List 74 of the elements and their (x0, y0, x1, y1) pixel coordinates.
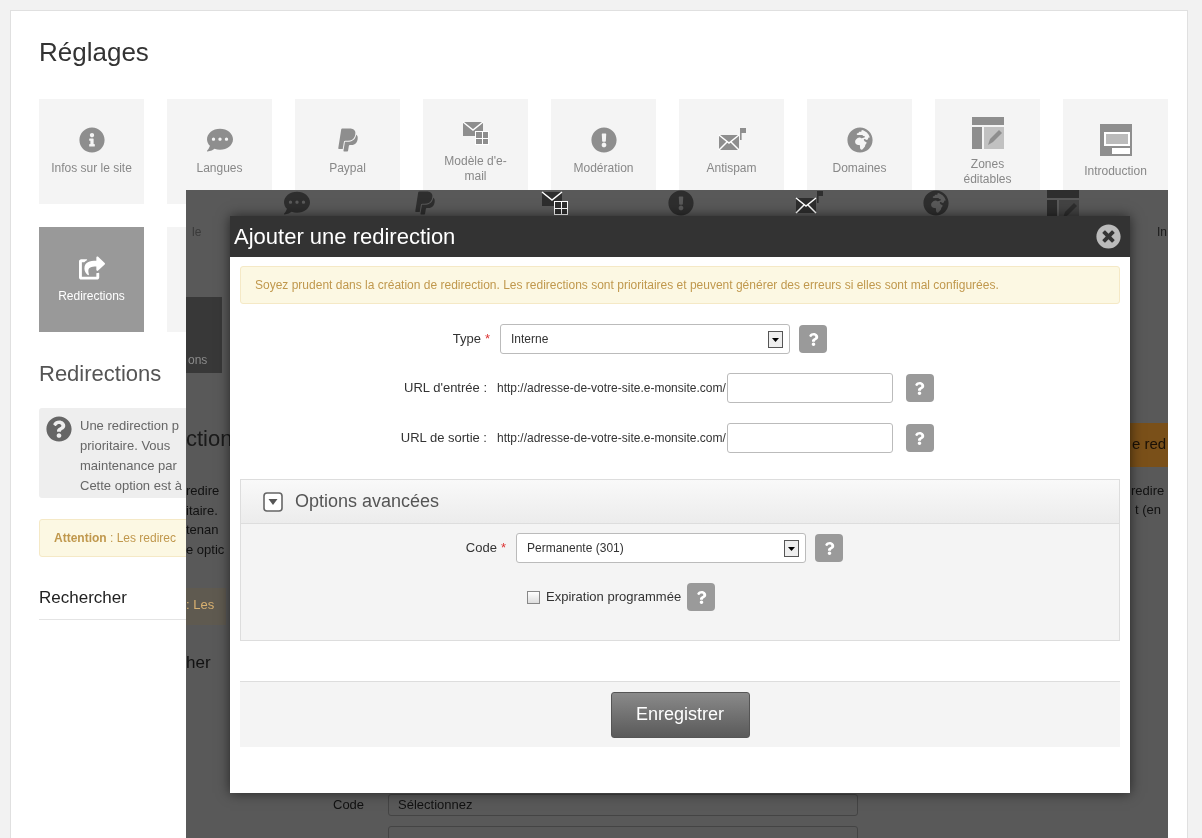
window-icon (1099, 124, 1132, 156)
settings-tile[interactable]: Infos sur le site (39, 99, 144, 204)
background-text: tenan (186, 523, 219, 536)
help-button[interactable] (815, 534, 843, 562)
tile-label: Zones éditables (962, 156, 1013, 187)
tile-label: Infos sur le site (50, 161, 133, 176)
question-icon (822, 541, 836, 555)
tile-label: Antispam (705, 161, 758, 176)
envelope-grid-icon (461, 119, 490, 146)
chat-bubble-icon (206, 127, 233, 153)
background-text: : Les (186, 598, 215, 611)
question-icon (806, 332, 820, 346)
tile-label: Domaines (831, 161, 888, 176)
background-text: e red (1132, 436, 1167, 451)
background-text: In (1157, 226, 1167, 238)
background-text: itaire. (186, 504, 218, 517)
settings-tile[interactable]: Redirections (39, 227, 144, 332)
section-title: Redirections (39, 360, 162, 388)
field-label: URL de sortie : (400, 429, 487, 448)
url-input-field[interactable] (726, 373, 893, 403)
page-title: Réglages (39, 36, 150, 68)
info-text: prioritaire. Vous (80, 437, 172, 455)
field-label: Code (465, 539, 497, 558)
tile-label: Langues (195, 161, 244, 176)
layout-edit-icon (971, 116, 1004, 149)
background-text: her (186, 654, 211, 671)
envelope-flag-icon (795, 190, 823, 216)
exclamation-icon (590, 127, 617, 153)
expiration-checkbox[interactable] (527, 590, 540, 604)
background-text: redire (186, 484, 220, 497)
question-icon (694, 590, 708, 604)
background-text: ction (186, 428, 233, 450)
tile-label: Paypal (328, 161, 367, 176)
chat-bubble-icon (284, 190, 310, 216)
help-button[interactable] (799, 325, 827, 353)
info-text: Cette option est à (80, 477, 182, 495)
warning-message: Soyez prudent dans la création de redirection. Les redirections sont prioritaires et peuvent générer des erreurs si elles sont mal configurées. (240, 266, 1120, 304)
question-icon (913, 381, 927, 395)
globe-icon (846, 127, 873, 153)
close-button[interactable] (1096, 224, 1121, 249)
help-button[interactable] (905, 374, 934, 402)
share-icon (78, 255, 105, 281)
info-text: maintenance par (80, 457, 178, 475)
required-mark: * (484, 330, 490, 349)
tile-label: Modération (572, 161, 635, 176)
type-select[interactable]: Interne (500, 324, 790, 354)
code-select[interactable]: Permanente (301) (516, 533, 806, 563)
save-button[interactable]: Enregistrer (610, 691, 750, 738)
advanced-options-title: Options avancées (295, 490, 440, 513)
tile-label: Introduction (1083, 164, 1148, 179)
background-text: Code (333, 798, 365, 811)
advanced-options-header[interactable]: Options avancées (241, 480, 1119, 524)
background-text: e optic (186, 543, 225, 556)
url-prefix: http://adresse-de-votre-site.e-monsite.com/ (497, 380, 726, 397)
url-input-field[interactable] (726, 423, 893, 453)
tile-label: Redirections (57, 289, 126, 304)
modal-title: Ajouter une redirection (234, 223, 456, 251)
question-icon (913, 431, 927, 445)
field-label: Type (452, 330, 481, 349)
checkbox-label: Expiration programmée (546, 588, 682, 607)
info-text: Une redirection p (80, 417, 180, 435)
info-icon (78, 127, 105, 153)
envelope-flag-icon (717, 127, 746, 153)
background-text: t (en (1135, 503, 1161, 516)
field-label: URL d'entrée : (404, 379, 487, 398)
required-mark: * (500, 539, 506, 558)
toggle-icon (263, 491, 283, 512)
background-text: redire (1131, 484, 1165, 497)
url-prefix: http://adresse-de-votre-site.e-monsite.com/ (497, 430, 726, 447)
help-button[interactable] (905, 424, 934, 452)
background-text: ons (188, 354, 208, 366)
background-text: Sélectionnez (398, 798, 473, 811)
help-button[interactable] (687, 583, 716, 611)
tile-label: Modèle d'e-mail (443, 153, 508, 184)
